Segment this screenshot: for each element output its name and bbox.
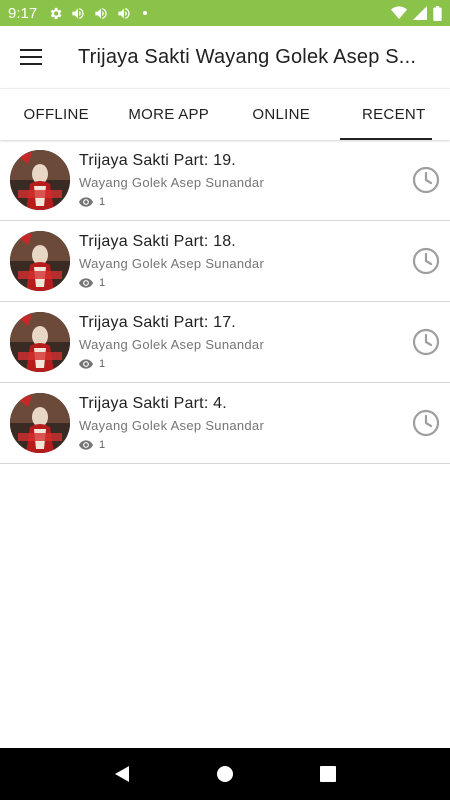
view-count: 1 xyxy=(99,358,106,370)
history-clock-icon[interactable] xyxy=(412,328,440,361)
battery-icon xyxy=(433,5,442,21)
volume-icon xyxy=(70,6,86,21)
view-count: 1 xyxy=(99,196,106,208)
status-bar: 9:17 xyxy=(0,0,450,26)
wifi-icon xyxy=(391,6,407,20)
history-clock-icon[interactable] xyxy=(412,409,440,442)
view-count: 1 xyxy=(99,439,106,451)
item-views: 1 xyxy=(79,439,450,451)
hamburger-menu-icon[interactable] xyxy=(0,26,62,88)
list-item[interactable]: Trijaya Sakti Part: 17. Wayang Golek Ase… xyxy=(0,302,450,383)
tab-bar: OFFLINE MORE APP ONLINE RECENT xyxy=(0,88,450,140)
thumbnail-image xyxy=(10,312,70,372)
eye-icon xyxy=(79,197,93,207)
item-views: 1 xyxy=(79,277,450,289)
thumbnail-image xyxy=(10,150,70,210)
tab-recent[interactable]: RECENT xyxy=(338,89,450,140)
item-title: Trijaya Sakti Part: 18. xyxy=(79,233,236,250)
tab-online[interactable]: ONLINE xyxy=(225,89,338,140)
app-title: Trijaya Sakti Wayang Golek Asep S... xyxy=(78,45,417,68)
item-subtitle: Wayang Golek Asep Sunandar xyxy=(79,418,265,433)
recent-list: Trijaya Sakti Part: 19. Wayang Golek Ase… xyxy=(0,140,450,464)
history-clock-icon[interactable] xyxy=(412,166,440,199)
recents-icon[interactable] xyxy=(308,754,348,794)
back-icon[interactable] xyxy=(102,754,142,794)
notification-dot-icon xyxy=(143,11,148,15)
status-time: 9:17 xyxy=(8,4,38,22)
history-clock-icon[interactable] xyxy=(412,247,440,280)
eye-icon xyxy=(79,359,93,369)
item-subtitle: Wayang Golek Asep Sunandar xyxy=(79,175,265,190)
item-title: Trijaya Sakti Part: 4. xyxy=(79,395,227,412)
home-icon[interactable] xyxy=(205,754,245,794)
thumbnail-image xyxy=(10,393,70,453)
tab-offline[interactable]: OFFLINE xyxy=(0,89,113,140)
item-title: Trijaya Sakti Part: 19. xyxy=(79,152,236,169)
tab-more-app[interactable]: MORE APP xyxy=(113,89,226,140)
item-title: Trijaya Sakti Part: 17. xyxy=(79,314,236,331)
item-views: 1 xyxy=(79,196,450,208)
item-subtitle: Wayang Golek Asep Sunandar xyxy=(79,337,265,352)
volume-icon xyxy=(116,6,132,21)
gear-icon xyxy=(48,6,63,21)
app-bar: Trijaya Sakti Wayang Golek Asep S... xyxy=(0,26,450,88)
list-item[interactable]: Trijaya Sakti Part: 4. Wayang Golek Asep… xyxy=(0,383,450,464)
item-views: 1 xyxy=(79,358,450,370)
eye-icon xyxy=(79,440,93,450)
signal-icon xyxy=(413,6,427,20)
system-nav-bar xyxy=(0,748,450,800)
thumbnail-image xyxy=(10,231,70,291)
eye-icon xyxy=(79,278,93,288)
item-subtitle: Wayang Golek Asep Sunandar xyxy=(79,256,265,271)
list-item[interactable]: Trijaya Sakti Part: 18. Wayang Golek Ase… xyxy=(0,221,450,302)
list-item[interactable]: Trijaya Sakti Part: 19. Wayang Golek Ase… xyxy=(0,140,450,221)
view-count: 1 xyxy=(99,277,106,289)
volume-icon xyxy=(93,6,109,21)
